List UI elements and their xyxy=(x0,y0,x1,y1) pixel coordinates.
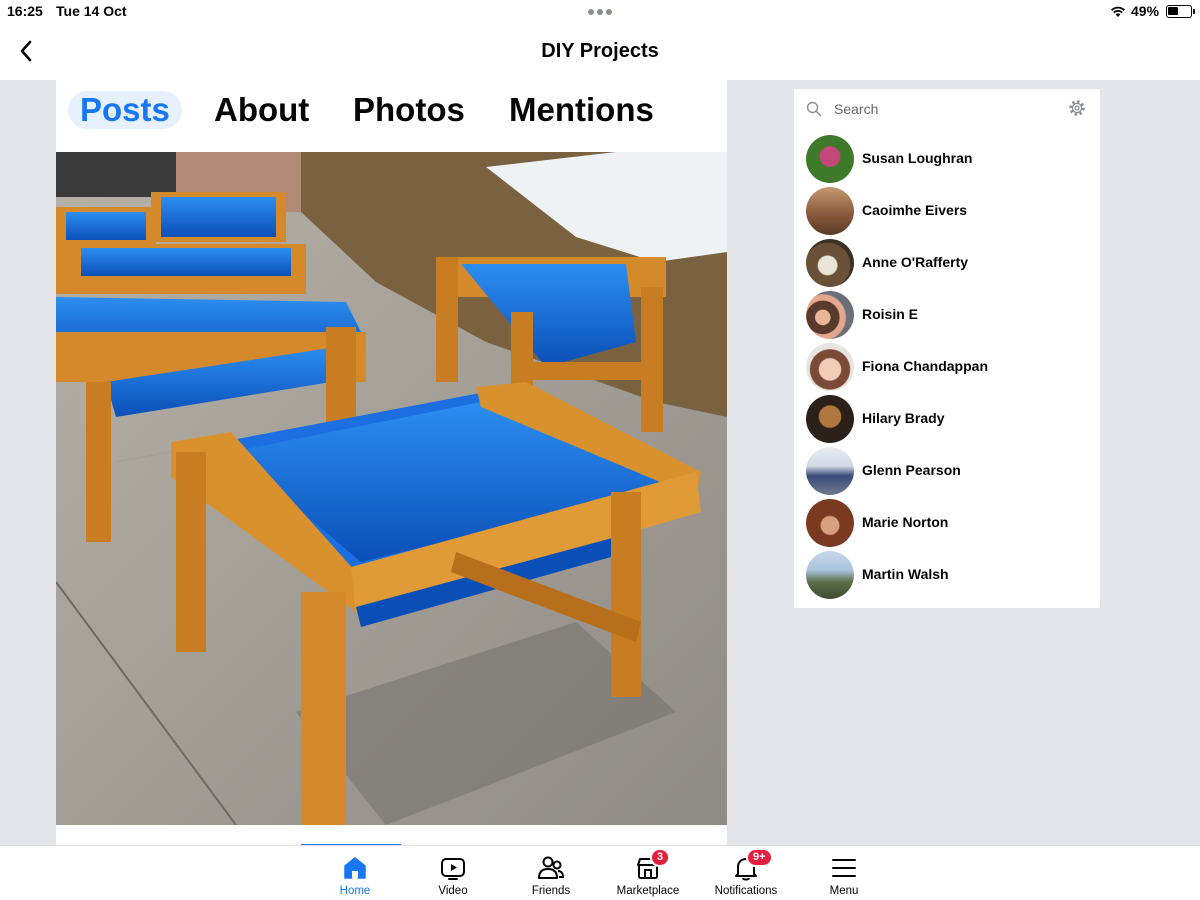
wifi-icon xyxy=(1110,6,1126,17)
contact-item[interactable]: Marie Norton xyxy=(806,499,1088,547)
search-icon xyxy=(806,101,822,117)
group-feed: Posts About Photos Mentions xyxy=(56,80,727,845)
search-input[interactable]: Search xyxy=(834,101,878,117)
tab-friends[interactable]: Friends xyxy=(501,854,601,899)
contact-name: Susan Loughran xyxy=(862,150,973,166)
contact-name: Marie Norton xyxy=(862,514,949,530)
contact-item[interactable]: Susan Loughran xyxy=(806,135,1088,183)
video-icon xyxy=(441,858,465,880)
status-date: Tue 14 Oct xyxy=(56,3,127,19)
tab-friends-label: Friends xyxy=(531,885,571,897)
contact-name: Caoimhe Eivers xyxy=(862,202,968,218)
tab-notifications[interactable]: 9+ Notifications xyxy=(696,848,796,899)
contacts-panel: Search Susan Loughran Caoimhe Eivers Ann… xyxy=(794,89,1100,608)
contact-item[interactable]: Glenn Pearson xyxy=(806,447,1088,495)
battery-percent: 49% xyxy=(1131,3,1160,19)
contact-item[interactable]: Martin Walsh xyxy=(806,551,1088,599)
friends-icon xyxy=(538,856,565,879)
profile-tabs: Posts About Photos Mentions xyxy=(56,80,727,152)
contact-item[interactable]: Hilary Brady xyxy=(806,395,1088,443)
tab-posts[interactable]: Posts xyxy=(68,91,182,129)
tab-menu[interactable]: Menu xyxy=(794,854,894,899)
tab-mentions[interactable]: Mentions xyxy=(509,91,654,129)
avatar xyxy=(806,187,854,235)
battery-fill xyxy=(1168,7,1178,15)
page-title: DIY Projects xyxy=(541,40,659,62)
tab-about[interactable]: About xyxy=(214,91,309,129)
contact-name: Hilary Brady xyxy=(862,410,945,426)
post-actions-peek xyxy=(56,825,727,845)
contact-name: Fiona Chandappan xyxy=(862,358,988,374)
marketplace-badge: 3 xyxy=(650,848,671,867)
bottom-tab-bar: Home Video Friends 3 Marketplace 9+ Noti… xyxy=(0,845,1200,900)
status-time: 16:25 xyxy=(7,3,43,19)
post-photo[interactable] xyxy=(56,152,727,825)
tab-video-label: Video xyxy=(438,885,468,897)
battery-icon xyxy=(1166,5,1192,18)
notifications-badge: 9+ xyxy=(746,848,773,867)
multitasking-dots-icon[interactable] xyxy=(588,9,612,15)
page-header: DIY Projects xyxy=(0,24,1200,80)
contact-item[interactable]: Caoimhe Eivers xyxy=(806,187,1088,235)
menu-icon xyxy=(832,859,856,877)
avatar xyxy=(806,135,854,183)
contact-name: Roisin E xyxy=(862,306,919,322)
tab-marketplace-label: Marketplace xyxy=(616,885,680,897)
tab-photos[interactable]: Photos xyxy=(353,91,465,129)
avatar xyxy=(806,551,854,599)
avatar xyxy=(806,395,854,443)
contact-name: Martin Walsh xyxy=(862,566,949,582)
avatar xyxy=(806,447,854,495)
contacts-search[interactable]: Search xyxy=(806,99,1088,123)
avatar xyxy=(806,343,854,391)
contact-name: Anne O'Rafferty xyxy=(862,254,969,270)
contact-item[interactable]: Roisin E xyxy=(806,291,1088,339)
battery-tip xyxy=(1193,9,1195,14)
contact-item[interactable]: Fiona Chandappan xyxy=(806,343,1088,391)
tab-marketplace[interactable]: 3 Marketplace xyxy=(598,848,698,899)
contact-name: Glenn Pearson xyxy=(862,462,961,478)
avatar xyxy=(806,239,854,287)
gear-icon[interactable] xyxy=(1068,99,1086,117)
avatar xyxy=(806,291,854,339)
contact-item[interactable]: Anne O'Rafferty xyxy=(806,239,1088,287)
status-bar: 16:25 Tue 14 Oct 49% xyxy=(0,0,1200,24)
tab-home[interactable]: Home xyxy=(305,854,405,899)
avatar xyxy=(806,499,854,547)
tab-home-label: Home xyxy=(339,885,371,897)
tab-menu-label: Menu xyxy=(829,885,859,897)
tab-notifications-label: Notifications xyxy=(714,885,778,897)
home-icon xyxy=(344,857,366,879)
tab-video[interactable]: Video xyxy=(403,854,503,899)
